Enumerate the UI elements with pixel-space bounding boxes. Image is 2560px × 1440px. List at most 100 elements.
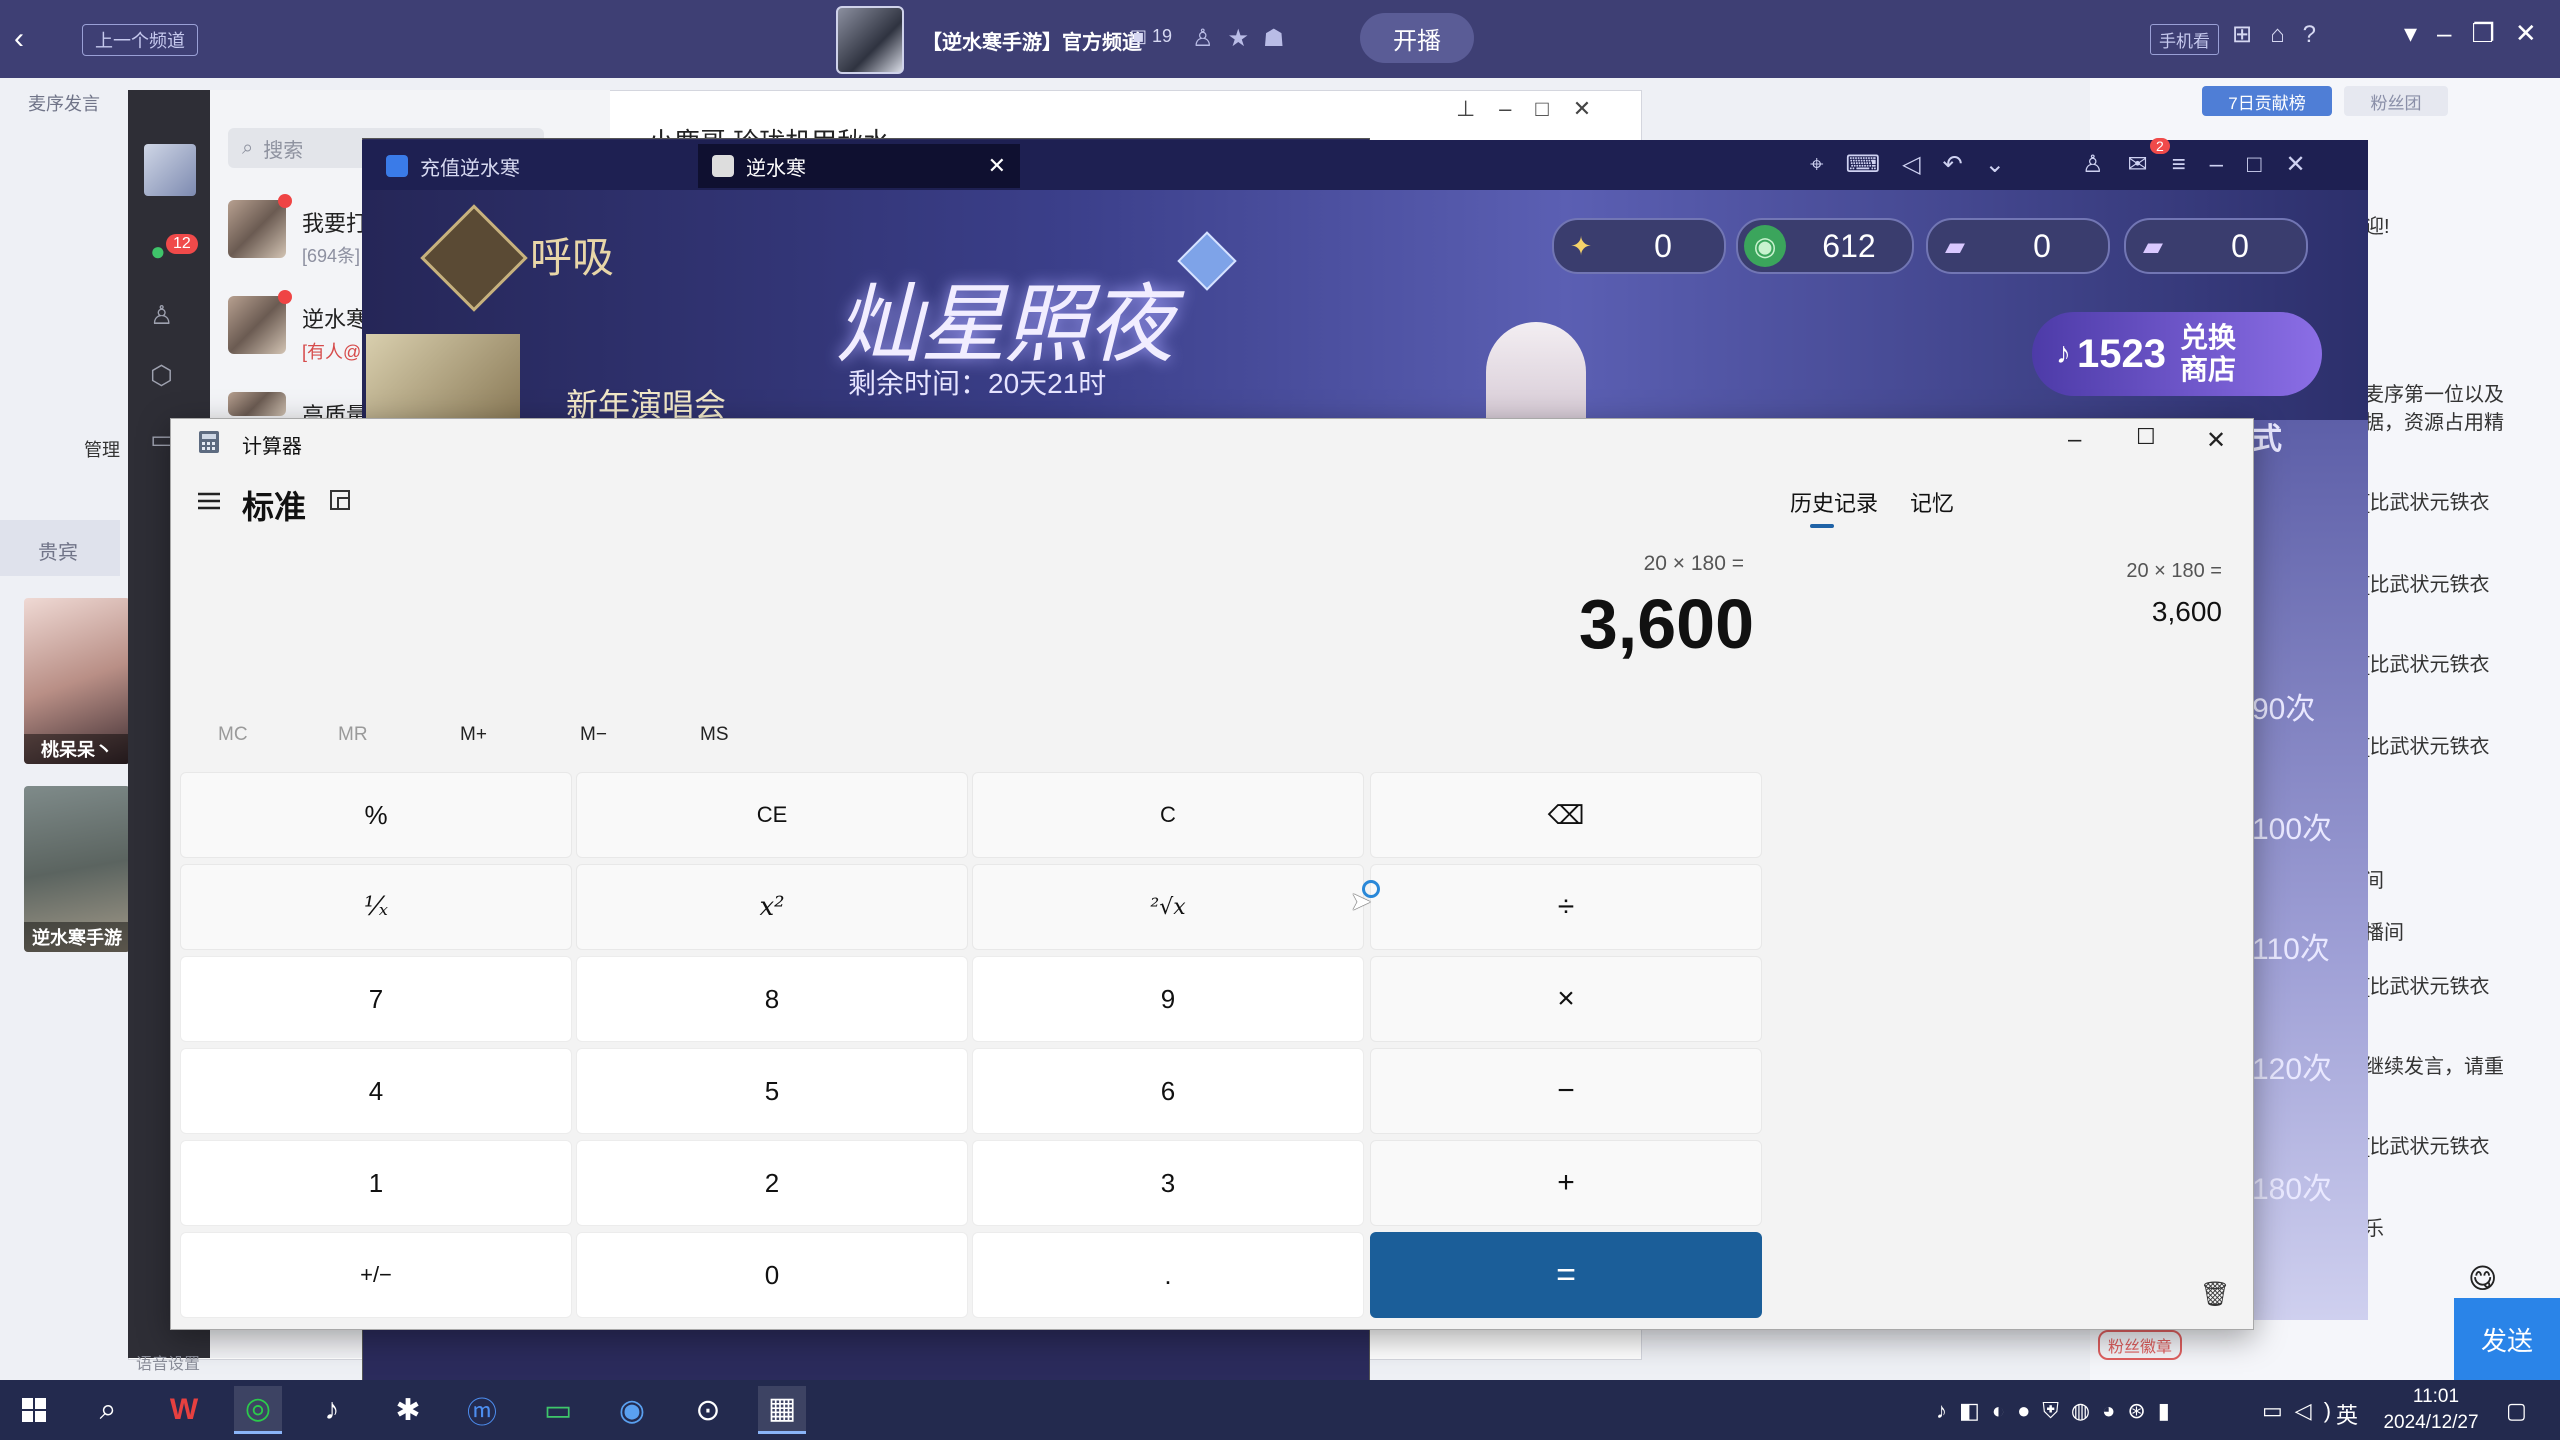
browser-icon[interactable]: ◉: [608, 1386, 656, 1434]
vip-tab[interactable]: 贵宾: [0, 520, 120, 576]
guest-thumb-2[interactable]: 逆水寒手游: [24, 786, 130, 952]
percent-button[interactable]: %: [180, 772, 572, 858]
add-button[interactable]: +: [1370, 1140, 1762, 1226]
history-expression[interactable]: 20 × 180 =: [2020, 560, 2222, 583]
search-icon[interactable]: ⌕: [84, 1386, 132, 1434]
digit-9-button[interactable]: 9: [972, 956, 1364, 1042]
memory-clear-button[interactable]: MC: [218, 724, 248, 746]
recorder-icon[interactable]: ⊙: [684, 1386, 732, 1434]
digit-6-button[interactable]: 6: [972, 1048, 1364, 1134]
fans-badge[interactable]: 粉丝徽章: [2098, 1330, 2183, 1360]
equals-button[interactable]: =: [1370, 1232, 1762, 1318]
close-button[interactable]: ✕: [2206, 426, 2226, 455]
conversation-name[interactable]: 逆水寒: [302, 302, 368, 334]
game-toolbar-icons[interactable]: ⌖⌨◁↶⌄: [1810, 150, 2027, 179]
tiktok-icon[interactable]: ♪: [308, 1386, 356, 1434]
box-icon[interactable]: ⬡: [150, 360, 173, 391]
currency-jade[interactable]: ◉ 612: [1736, 218, 1914, 274]
fan-club-tab[interactable]: 粉丝团: [2344, 86, 2448, 116]
currency-wand[interactable]: ✦ 0: [1552, 218, 1726, 274]
digit-3-button[interactable]: 3: [972, 1140, 1364, 1226]
conversation-avatar[interactable]: [228, 392, 286, 416]
conversation-avatar[interactable]: [228, 200, 286, 258]
voice-settings-label[interactable]: 语音设置: [136, 1350, 200, 1374]
subtract-button[interactable]: −: [1370, 1048, 1762, 1134]
window-controls[interactable]: ▾–❐✕: [2404, 18, 2557, 49]
game-window-controls[interactable]: ♙✉≡–□✕: [2082, 150, 2330, 179]
back-arrow-icon[interactable]: ‹: [14, 22, 24, 56]
clear-entry-button[interactable]: CE: [576, 772, 968, 858]
keep-on-top-icon[interactable]: [328, 488, 352, 512]
close-tab-icon[interactable]: ✕: [988, 153, 1006, 179]
contacts-icon[interactable]: ♙: [150, 300, 173, 331]
prev-channel-button[interactable]: 上一个频道: [82, 24, 198, 56]
memory-recall-button[interactable]: MR: [338, 724, 368, 746]
conversation-name[interactable]: 我要打: [302, 206, 368, 238]
manage-label: 管理: [84, 440, 120, 460]
square-root-button[interactable]: ²√x: [972, 864, 1364, 950]
top-right-icons[interactable]: ⊞⌂?: [2232, 20, 2334, 49]
wechat-icon[interactable]: ◎: [234, 1386, 282, 1434]
speak-queue-label: 麦序发言: [28, 94, 100, 114]
memory-subtract-button[interactable]: M−: [580, 724, 607, 746]
memory-store-button[interactable]: MS: [700, 724, 729, 746]
messenger-window-controls[interactable]: ⊥–□✕: [1456, 96, 1615, 122]
digit-1-button[interactable]: 1: [180, 1140, 572, 1226]
digit-2-button[interactable]: 2: [576, 1140, 968, 1226]
multiply-button[interactable]: ×: [1370, 956, 1762, 1042]
tab-memory[interactable]: 记忆: [1910, 486, 1954, 518]
negate-button[interactable]: +/−: [180, 1232, 572, 1318]
clear-button[interactable]: C: [972, 772, 1364, 858]
notification-icon[interactable]: ▢: [2506, 1398, 2527, 1424]
backspace-button[interactable]: ⌫: [1370, 772, 1762, 858]
clock-time[interactable]: 11:01: [2396, 1386, 2476, 1408]
concert-thumbnail[interactable]: [366, 334, 520, 420]
guest-thumb-1[interactable]: 桃呆呆丶: [24, 598, 130, 764]
channel-action-icons[interactable]: ♙★☗: [1192, 24, 1299, 53]
decimal-button[interactable]: .: [972, 1232, 1364, 1318]
network-volume-icons[interactable]: ▭◁): [2262, 1398, 2343, 1424]
launcher-icon[interactable]: ⓜ: [458, 1386, 506, 1434]
square-button[interactable]: x²: [576, 864, 968, 950]
side-count: 110次: [2252, 933, 2330, 966]
contrib-rank-tab[interactable]: 7日贡献榜: [2202, 86, 2332, 116]
maximize-button[interactable]: ☐: [2136, 424, 2156, 450]
minimize-button[interactable]: –: [2068, 426, 2081, 454]
system-tray-icons[interactable]: ♪◧◐●⛨◍◕⊛▮: [1936, 1398, 2182, 1424]
trash-icon[interactable]: 🗑: [2200, 1280, 2230, 1309]
jade-icon: ◉: [1744, 225, 1786, 267]
exchange-shop-button[interactable]: ♪ 1523 兑换 商店: [2032, 312, 2322, 396]
calculator-taskbar-icon[interactable]: ▦: [758, 1386, 806, 1434]
start-menu-icon[interactable]: [10, 1386, 58, 1434]
tab-history[interactable]: 历史记录: [1790, 486, 1878, 518]
history-result[interactable]: 3,600: [2020, 596, 2222, 628]
chat-line: [比武状元铁衣: [2364, 1136, 2490, 1158]
channel-top-bar: ‹ 上一个频道 【逆水寒手游】官方频道 ▣ 19 ♙★☗ 开播 手机看 ⊞⌂? …: [0, 0, 2560, 78]
shop-label-2: 商店: [2179, 354, 2236, 385]
currency-ticket-1[interactable]: ▰ 0: [1926, 218, 2110, 274]
digit-7-button[interactable]: 7: [180, 956, 572, 1042]
hamburger-menu-icon[interactable]: [194, 486, 224, 516]
memory-add-button[interactable]: M+: [460, 724, 487, 746]
digit-8-button[interactable]: 8: [576, 956, 968, 1042]
reciprocal-button[interactable]: ¹⁄ₓ: [180, 864, 572, 950]
divide-button[interactable]: ÷: [1370, 864, 1762, 950]
send-button[interactable]: 发送: [2454, 1298, 2560, 1380]
digit-5-button[interactable]: 5: [576, 1048, 968, 1134]
game-app-icon[interactable]: ✱: [384, 1386, 432, 1434]
wps-icon[interactable]: W: [160, 1386, 208, 1434]
tab-game[interactable]: 逆水寒 ✕: [698, 144, 1020, 188]
tab-recharge[interactable]: 充值逆水寒: [372, 144, 694, 188]
digit-0-button[interactable]: 0: [576, 1232, 968, 1318]
go-live-button[interactable]: 开播: [1360, 13, 1474, 63]
currency-ticket-2[interactable]: ▰ 0: [2124, 218, 2308, 274]
user-avatar[interactable]: [144, 144, 196, 196]
mobile-view-button[interactable]: 手机看: [2150, 24, 2219, 55]
ime-indicator[interactable]: 英: [2336, 1398, 2358, 1430]
chat-icon[interactable]: ●: [150, 236, 166, 267]
digit-4-button[interactable]: 4: [180, 1048, 572, 1134]
emoji-icon[interactable]: 😋: [2468, 1262, 2497, 1295]
conversation-avatar[interactable]: [228, 296, 286, 354]
screen-app-icon[interactable]: ▭: [534, 1386, 582, 1434]
clock-date[interactable]: 2024/12/27: [2366, 1412, 2496, 1434]
